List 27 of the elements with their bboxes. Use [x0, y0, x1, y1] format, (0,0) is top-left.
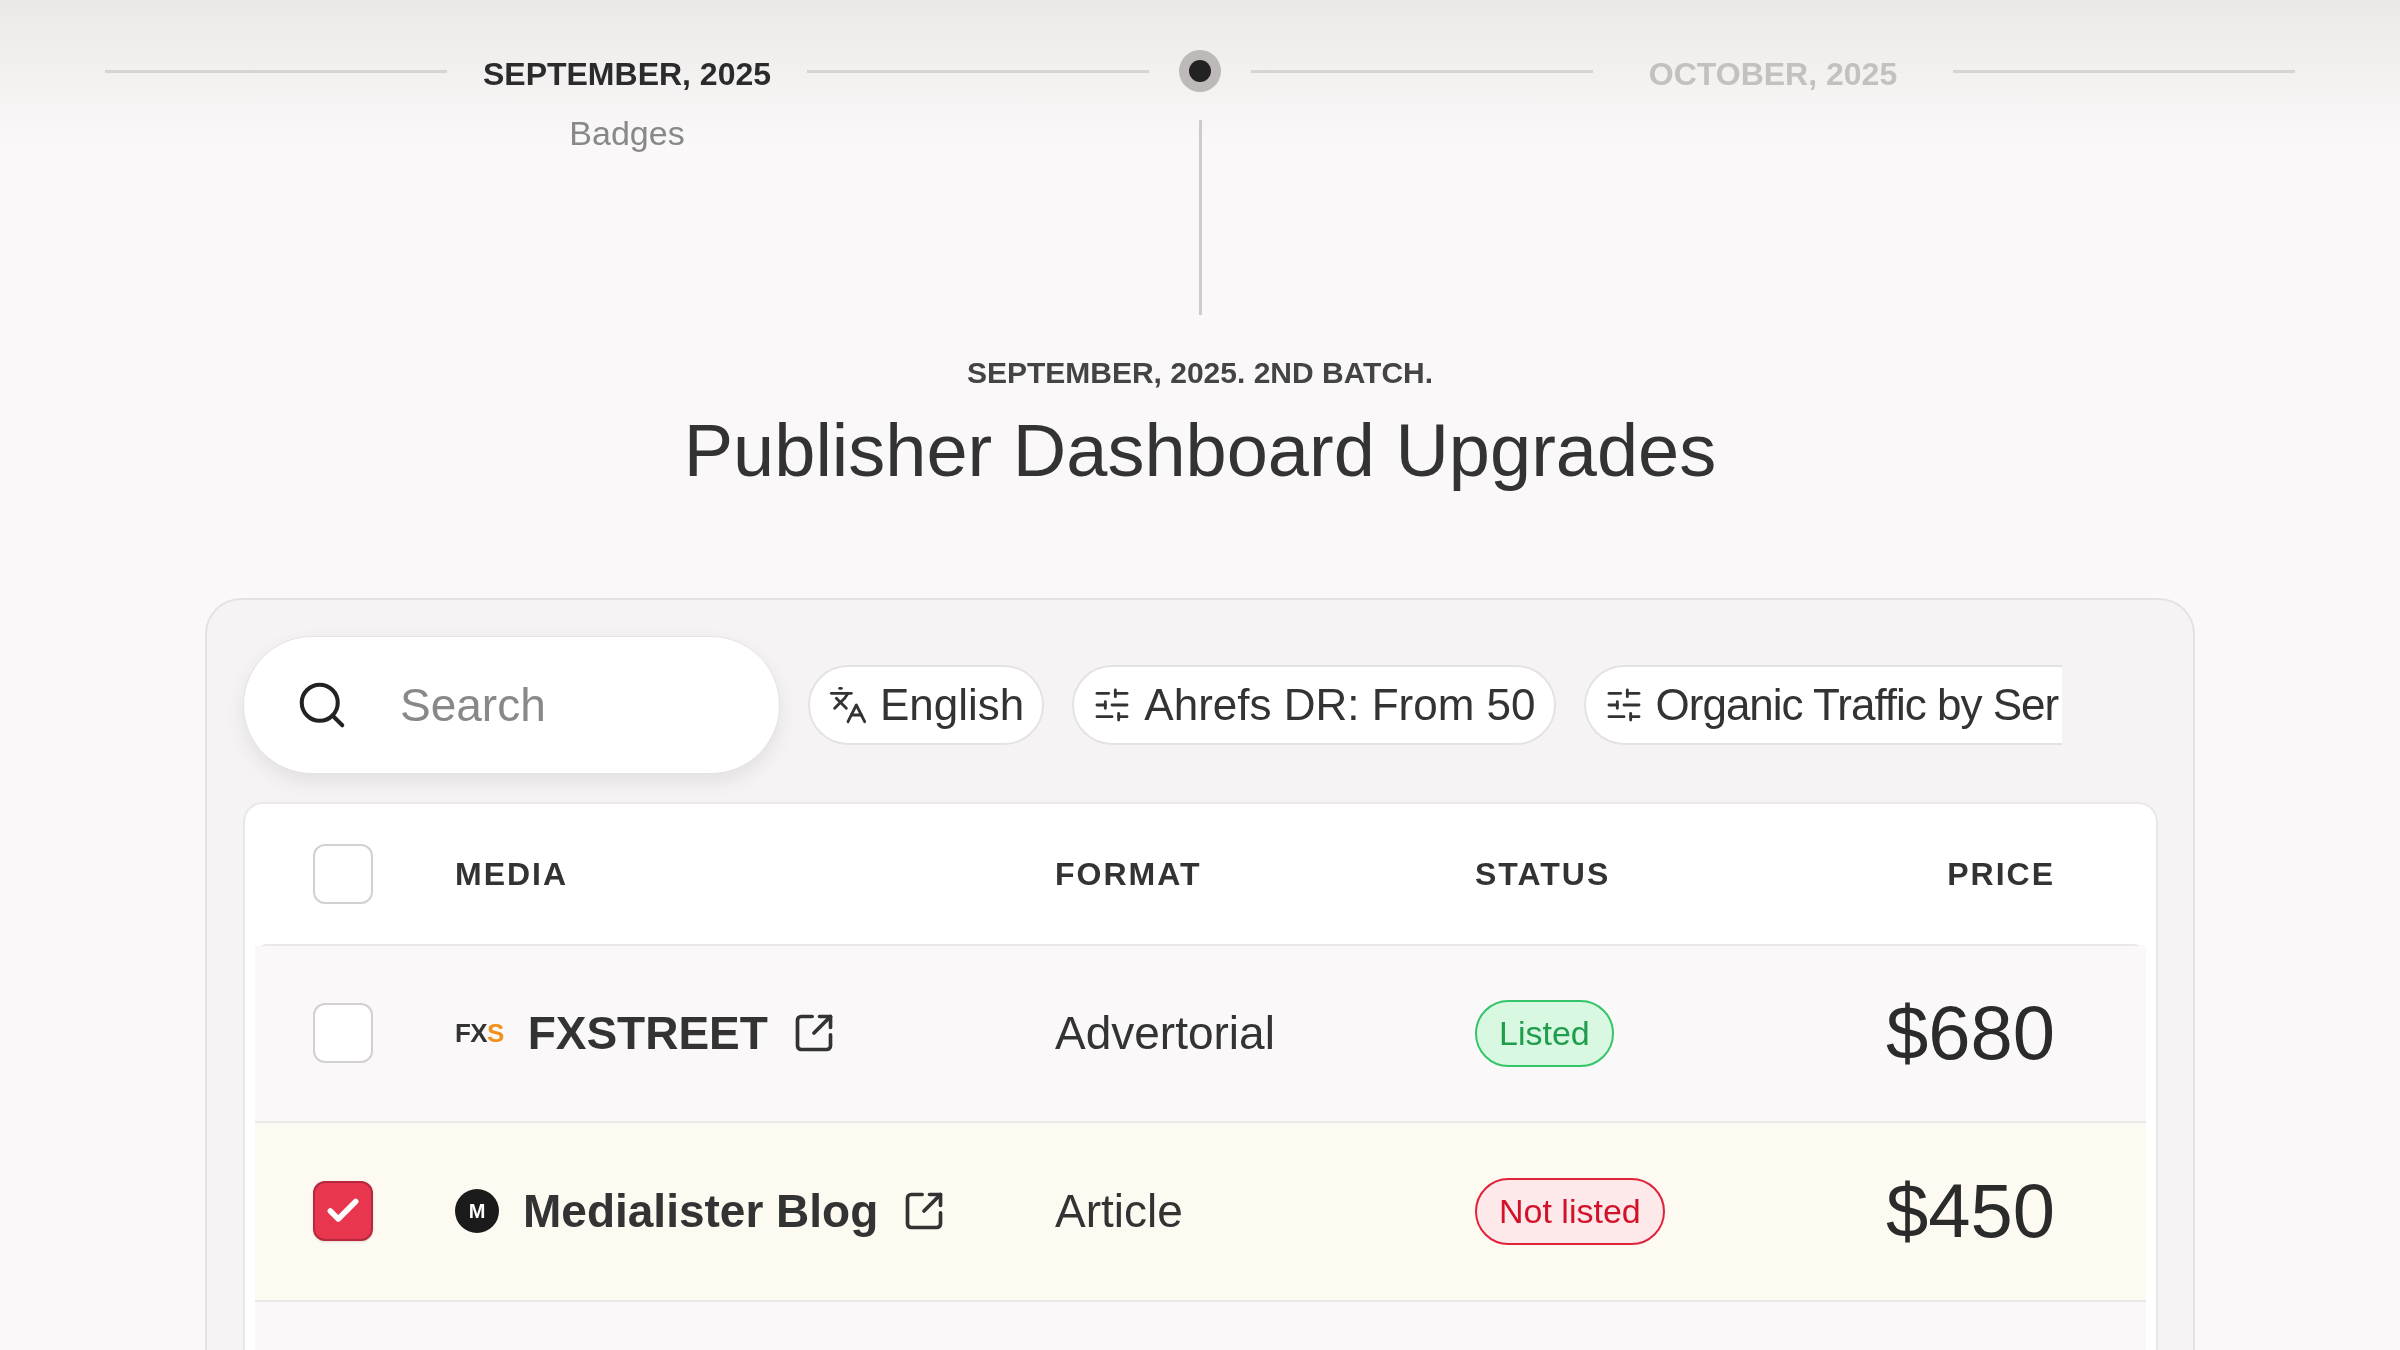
format-cell-text: Advertorial: [1055, 1005, 1276, 1061]
status-badge: Listed: [1475, 999, 1614, 1067]
filter-chip[interactable]: English: [808, 664, 1045, 745]
media-name[interactable]: Medialister Blog: [523, 1176, 879, 1246]
logo: M: [455, 1189, 499, 1233]
table-row[interactable]: FXS FXSTREET Advertorial Listed $680: [255, 945, 2146, 1123]
column-header: MEDIA: [455, 854, 570, 894]
media-name[interactable]: FXSTREET: [527, 998, 768, 1068]
format-cell-text: Article: [1055, 1183, 1184, 1239]
search-field[interactable]: Search: [243, 635, 780, 774]
logo: FXS: [455, 1020, 504, 1046]
column-header: STATUS: [1475, 854, 1612, 894]
timeline-marker-icon: [1179, 50, 1221, 92]
price-cell-text: $450: [1884, 1167, 2055, 1255]
filter-chip[interactable]: Ahrefs DR: From 50: [1072, 664, 1556, 745]
status-badge: Not listed: [1475, 1177, 1665, 1245]
timeline-date[interactable]: SEPTEMBER, 2025: [482, 50, 772, 98]
release-date: SEPTEMBER, 2025. 2ND BATCH.: [966, 355, 1434, 391]
table-row[interactable]: M Medialister Blog Article Not listed $450: [255, 1122, 2146, 1302]
checkbox[interactable]: [313, 1181, 373, 1241]
column-header: FORMAT: [1055, 854, 1203, 894]
release-title: Publisher Dashboard Upgrades: [683, 408, 1717, 494]
column-header: PRICE: [1946, 854, 2055, 894]
timeline-subtitle: Badges: [569, 113, 685, 154]
translate-icon: [828, 684, 868, 725]
filter-chip[interactable]: Organic Traffic by Ser: [1583, 664, 2063, 745]
price-cell-text: $680: [1884, 989, 2055, 1077]
